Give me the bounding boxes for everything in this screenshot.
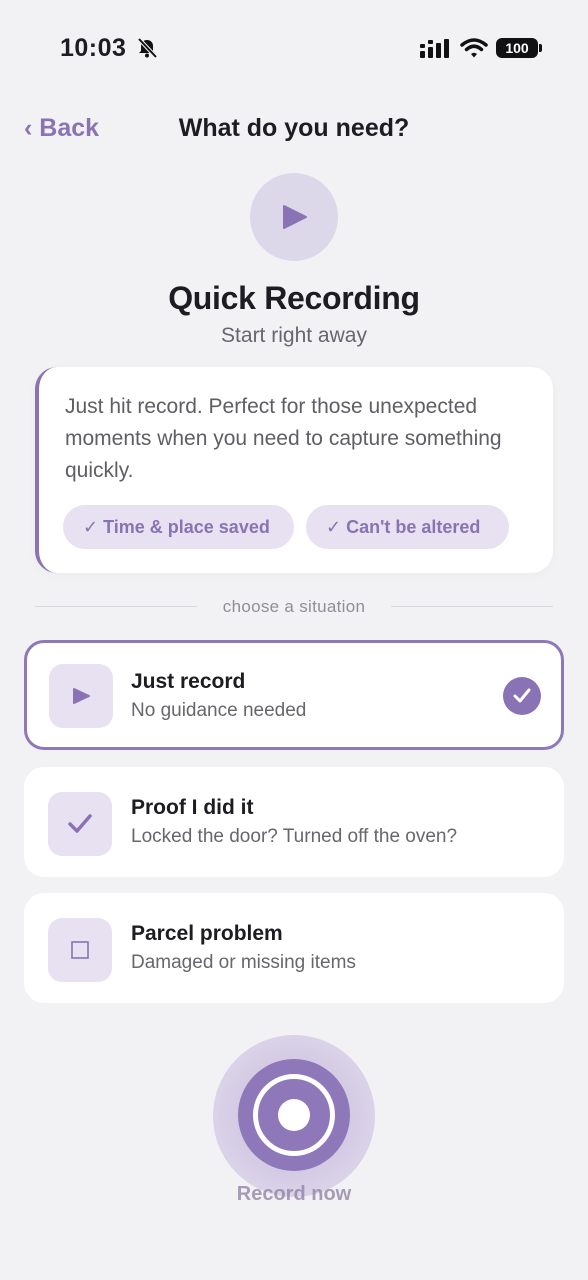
record-dot-icon [278, 1099, 310, 1131]
feature-pill-time-place: ✓ Time & place saved [63, 505, 294, 549]
divider-line-right [391, 606, 553, 607]
play-icon [73, 688, 90, 704]
option-parcel-problem[interactable]: Parcel problem Damaged or missing items [24, 893, 564, 1003]
option-icon-box [48, 918, 112, 982]
option-title: Parcel problem [131, 922, 283, 945]
battery-indicator: 100 [496, 38, 542, 58]
hero-icon-circle [250, 173, 338, 261]
option-icon-box [49, 664, 113, 728]
record-button-label: Record now [236, 1183, 352, 1205]
bell-muted-icon [137, 37, 158, 59]
status-time: 10:03 [60, 34, 127, 62]
option-proof-i-did-it[interactable]: Proof I did it Locked the door? Turned o… [24, 767, 564, 877]
divider-label: choose a situation [222, 597, 366, 616]
record-ring-icon [253, 1074, 335, 1156]
play-icon [283, 205, 307, 229]
record-button[interactable] [238, 1059, 350, 1171]
status-bar: 10:03 100 [0, 30, 588, 66]
feature-pill-unaltered: ✓ Can't be altered [306, 505, 509, 549]
checkmark-icon [68, 814, 92, 833]
hero-subtitle: Start right away [221, 324, 367, 347]
cellular-signal-icon [420, 39, 449, 58]
option-subtitle: Locked the door? Turned off the oven? [131, 826, 458, 847]
page-title: What do you need? [178, 114, 410, 142]
option-title: Proof I did it [131, 796, 254, 819]
square-icon [71, 941, 89, 959]
option-just-record[interactable]: Just record No guidance needed [24, 640, 564, 750]
option-subtitle: Damaged or missing items [131, 952, 356, 973]
hero-title: Quick Recording [168, 280, 420, 316]
option-icon-box [48, 792, 112, 856]
option-subtitle: No guidance needed [131, 700, 307, 721]
info-card: Just hit record. Perfect for those unexp… [35, 367, 553, 573]
info-description: Just hit record. Perfect for those unexp… [65, 395, 502, 482]
option-title: Just record [131, 670, 246, 693]
selected-check-icon [503, 677, 541, 715]
section-divider: choose a situation [35, 596, 553, 618]
wifi-icon [460, 38, 488, 58]
